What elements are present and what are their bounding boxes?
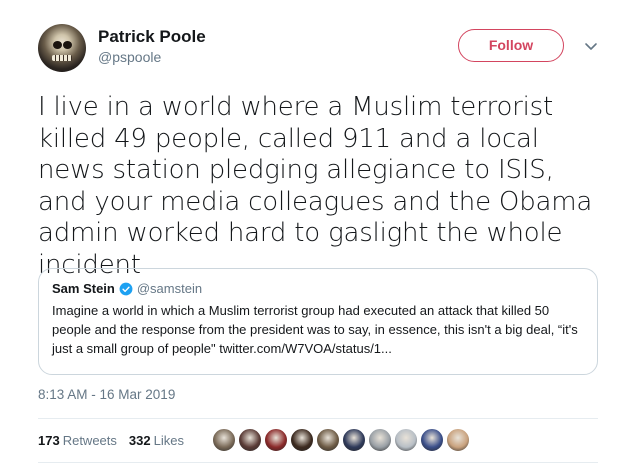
- liker-avatar[interactable]: [342, 428, 366, 452]
- avatar-eye-left: [53, 41, 62, 49]
- author-avatar[interactable]: [38, 24, 86, 72]
- likers-avatars: [212, 428, 472, 452]
- likes-count: 332: [128, 432, 151, 448]
- avatar-eye-right: [63, 41, 72, 49]
- likes-label: Likes: [153, 432, 184, 448]
- divider: [38, 462, 598, 463]
- retweets-count: 173: [38, 432, 60, 448]
- author-display-name[interactable]: Patrick Poole: [98, 26, 206, 48]
- quoted-tweet-header: Sam Stein @samstein: [52, 280, 584, 298]
- liker-avatar[interactable]: [264, 428, 288, 452]
- author-handle[interactable]: @pspoole: [98, 48, 206, 67]
- quoted-author-handle: @samstein: [136, 281, 203, 296]
- author-names: Patrick Poole @pspoole: [98, 26, 206, 67]
- follow-button[interactable]: Follow: [458, 29, 564, 62]
- quoted-tweet[interactable]: Sam Stein @samstein Imagine a world in w…: [38, 268, 598, 375]
- retweets-label: Retweets: [62, 432, 117, 448]
- liker-avatar[interactable]: [290, 428, 314, 452]
- chevron-down-icon[interactable]: [583, 38, 599, 54]
- quoted-tweet-text: Imagine a world in which a Muslim terror…: [52, 303, 578, 356]
- liker-avatar[interactable]: [212, 428, 236, 452]
- likes-stat[interactable]: 332 Likes: [129, 433, 184, 448]
- liker-avatar[interactable]: [316, 428, 340, 452]
- retweets-stat[interactable]: 173 Retweets: [38, 433, 117, 448]
- tweet-stats: 173 Retweets 332 Likes: [38, 430, 196, 450]
- avatar-mouth: [52, 55, 72, 61]
- tweet-text: I live in a world where a Muslim terrori…: [38, 92, 593, 280]
- divider: [38, 418, 598, 419]
- liker-avatar[interactable]: [238, 428, 262, 452]
- liker-avatar[interactable]: [368, 428, 392, 452]
- liker-avatar[interactable]: [394, 428, 418, 452]
- tweet-header: Patrick Poole @pspoole Follow: [38, 24, 608, 76]
- quoted-author-name: Sam Stein: [52, 281, 115, 296]
- liker-avatar[interactable]: [446, 428, 470, 452]
- liker-avatar[interactable]: [420, 428, 444, 452]
- tweet-timestamp[interactable]: 8:13 AM - 16 Mar 2019: [38, 387, 175, 402]
- verified-badge-icon: [119, 282, 133, 296]
